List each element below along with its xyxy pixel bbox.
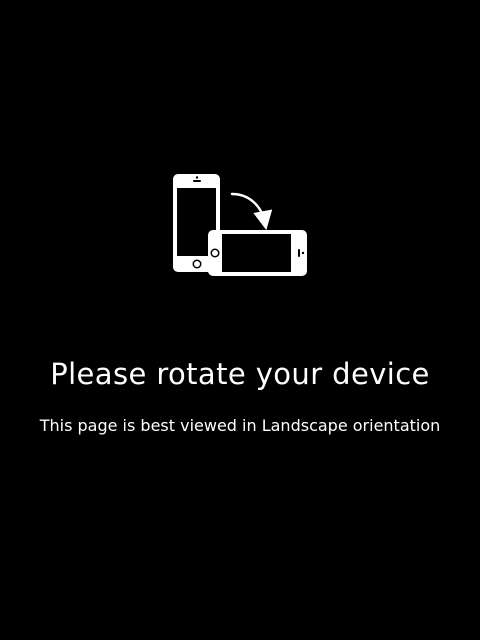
- rotate-arrow-icon: [230, 192, 273, 231]
- landscape-phone-icon: [208, 230, 307, 276]
- rotate-device-message: This page is best viewed in Landscape or…: [39, 416, 441, 435]
- rotate-device-title: Please rotate your device: [50, 357, 430, 391]
- rotate-device-overlay: Please rotate your device This page is b…: [0, 0, 480, 640]
- rotate-device-icon: [173, 174, 307, 276]
